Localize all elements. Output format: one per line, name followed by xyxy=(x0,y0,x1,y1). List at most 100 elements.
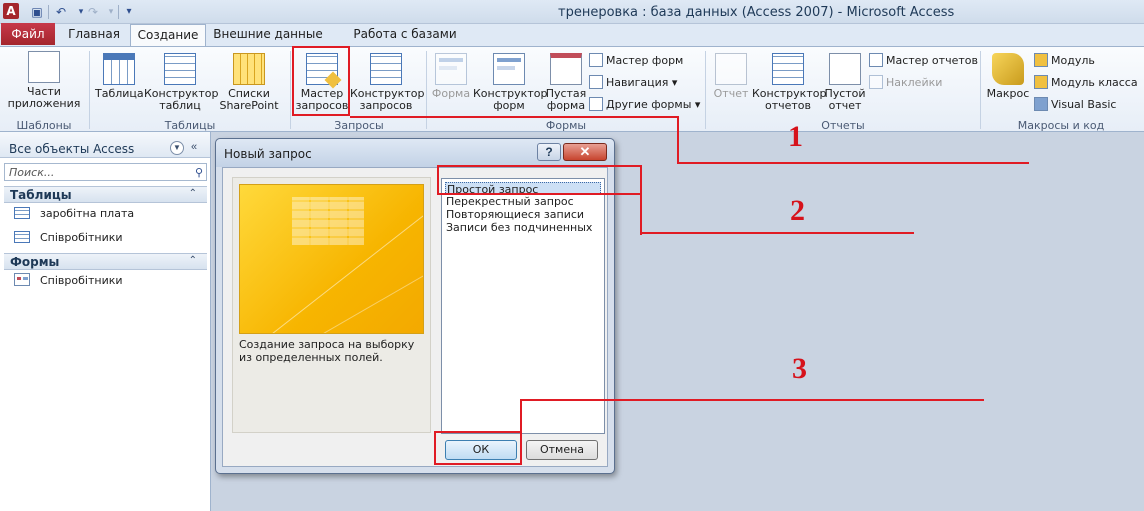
blank-report-icon xyxy=(829,53,861,85)
customize-qat-icon[interactable]: ▾ xyxy=(120,4,138,20)
tab-create[interactable]: Создание xyxy=(130,24,206,47)
sharepoint-lists-button[interactable]: Списки SharePoint xyxy=(216,53,282,112)
dialog-title-bar[interactable]: Новый запрос ? ✕ xyxy=(216,139,614,167)
group-label-tables: Таблицы xyxy=(164,119,216,132)
group-label-reports: Отчеты xyxy=(821,119,865,132)
form-button[interactable]: Форма xyxy=(430,53,472,100)
nav-menu-dropdown-icon[interactable]: ▼ xyxy=(170,141,184,155)
search-icon[interactable]: ⚲ xyxy=(195,166,203,179)
class-module-icon xyxy=(1034,75,1048,89)
report-button[interactable]: Отчет xyxy=(710,53,752,100)
group-separator xyxy=(980,51,981,129)
table-label: Таблица xyxy=(95,87,144,100)
report-designer-label-2: отчетов xyxy=(764,99,812,112)
blank-form-button[interactable]: Пустая форма xyxy=(545,53,587,112)
report-wizard-button[interactable]: Мастер отчетов xyxy=(869,53,978,68)
tab-database-tools[interactable]: Работа с базами данных xyxy=(330,24,480,62)
annotation-number-3: 3 xyxy=(792,352,807,385)
query-type-list[interactable]: Простой запрос Перекрестный запрос Повто… xyxy=(441,178,605,434)
tab-file[interactable]: Файл xyxy=(1,23,55,45)
nav-collapse-icon[interactable]: « xyxy=(191,141,197,153)
annotation-number-1: 1 xyxy=(788,120,803,153)
help-button[interactable]: ? xyxy=(537,143,561,161)
visual-basic-label: Visual Basic xyxy=(1051,98,1117,111)
query-description: Создание запроса на выборку из определен… xyxy=(239,338,415,364)
option-crosstab-query[interactable]: Перекрестный запрос xyxy=(445,195,601,208)
undo-icon[interactable]: ↶ xyxy=(52,4,70,20)
form-wizard-icon xyxy=(589,53,603,67)
visual-basic-icon xyxy=(1034,97,1048,111)
option-duplicates-query[interactable]: Повторяющиеся записи xyxy=(445,208,601,221)
query-designer-button[interactable]: Конструктор запросов xyxy=(350,53,424,112)
annotation-line xyxy=(640,232,914,234)
nav-item-label: заробітна плата xyxy=(40,207,135,220)
other-forms-label: Другие формы xyxy=(606,98,692,111)
group-label-queries: Запросы xyxy=(334,119,384,132)
application-parts-icon xyxy=(28,51,60,83)
nav-section-forms[interactable]: Формы ⌃ xyxy=(4,253,207,270)
nav-section-tables[interactable]: Таблицы ⌃ xyxy=(4,186,207,203)
blank-form-icon xyxy=(550,53,582,85)
report-designer-icon xyxy=(772,53,804,85)
visual-basic-button[interactable]: Visual Basic xyxy=(1034,97,1116,112)
nav-section-label: Формы xyxy=(10,255,60,269)
form-icon xyxy=(14,273,30,286)
form-wizard-button[interactable]: Мастер форм xyxy=(589,53,683,68)
blank-form-label-2: форма xyxy=(546,99,586,112)
table-icon xyxy=(14,207,30,219)
ribbon: Части приложения Шаблоны Таблица Констру… xyxy=(0,46,1144,132)
macro-button[interactable]: Макрос xyxy=(985,53,1031,100)
nav-item-table-salary[interactable]: заробітна плата xyxy=(14,205,134,223)
form-designer-label-2: форм xyxy=(493,99,525,112)
report-label: Отчет xyxy=(713,87,749,100)
nav-header[interactable]: Все объекты Access ▼ « xyxy=(0,132,210,158)
report-designer-button[interactable]: Конструктор отчетов xyxy=(752,53,826,112)
macro-label: Макрос xyxy=(986,87,1030,100)
annotation-box-simple-query xyxy=(437,165,642,195)
group-separator xyxy=(89,51,90,129)
close-button[interactable]: ✕ xyxy=(563,143,607,161)
annotation-line xyxy=(640,165,642,235)
preview-grid-graphic xyxy=(292,197,364,245)
table-button[interactable]: Таблица xyxy=(95,53,144,100)
chevron-down-icon: ▾ xyxy=(671,76,678,89)
form-icon xyxy=(435,53,467,85)
table-designer-button[interactable]: Конструктор таблиц xyxy=(144,53,218,112)
application-parts-button[interactable]: Части приложения xyxy=(4,51,84,110)
cancel-button[interactable]: Отмена xyxy=(526,440,598,460)
dialog-title: Новый запрос xyxy=(224,147,312,161)
module-button[interactable]: Модуль xyxy=(1034,53,1095,68)
group-label-templates: Шаблоны xyxy=(16,119,72,132)
nav-item-label: Співробітники xyxy=(40,231,123,244)
navigation-icon xyxy=(589,75,603,89)
other-forms-dropdown[interactable]: Другие формы ▾ xyxy=(589,97,700,112)
report-wizard-label: Мастер отчетов xyxy=(886,54,978,67)
option-unmatched-query[interactable]: Записи без подчиненных xyxy=(445,221,601,234)
query-designer-icon xyxy=(370,53,402,85)
annotation-line xyxy=(520,399,522,433)
navigation-dropdown[interactable]: Навигация ▾ xyxy=(589,75,677,90)
form-designer-button[interactable]: Конструктор форм xyxy=(473,53,547,112)
table-designer-icon xyxy=(164,53,196,85)
tab-external-data[interactable]: Внешние данные xyxy=(212,24,324,46)
collapse-chevron-icon: ⌃ xyxy=(188,188,197,199)
sharepoint-lists-icon xyxy=(233,53,265,85)
application-parts-label-2: приложения xyxy=(7,97,81,110)
form-designer-icon xyxy=(493,53,525,85)
save-icon[interactable]: ▣ xyxy=(28,4,46,20)
qat-separator xyxy=(118,5,119,19)
blank-report-button[interactable]: Пустой отчет xyxy=(824,53,866,112)
nav-item-label: Співробітники xyxy=(40,274,123,287)
access-app-icon[interactable]: A xyxy=(3,3,19,19)
class-module-button[interactable]: Модуль класса xyxy=(1034,75,1138,90)
class-module-label: Модуль класса xyxy=(1051,76,1138,89)
redo-icon[interactable]: ↷ xyxy=(84,4,102,20)
form-wizard-label: Мастер форм xyxy=(606,54,684,67)
nav-item-table-employees[interactable]: Співробітники xyxy=(14,229,123,247)
nav-search-input[interactable]: Поиск... ⚲ xyxy=(4,163,207,181)
sharepoint-lists-label-2: SharePoint xyxy=(219,99,279,112)
tab-home[interactable]: Главная xyxy=(62,24,126,46)
nav-item-form-employees[interactable]: Співробітники xyxy=(14,272,123,290)
annotation-box-query-wizard xyxy=(292,46,350,116)
labels-button[interactable]: Наклейки xyxy=(869,75,942,90)
